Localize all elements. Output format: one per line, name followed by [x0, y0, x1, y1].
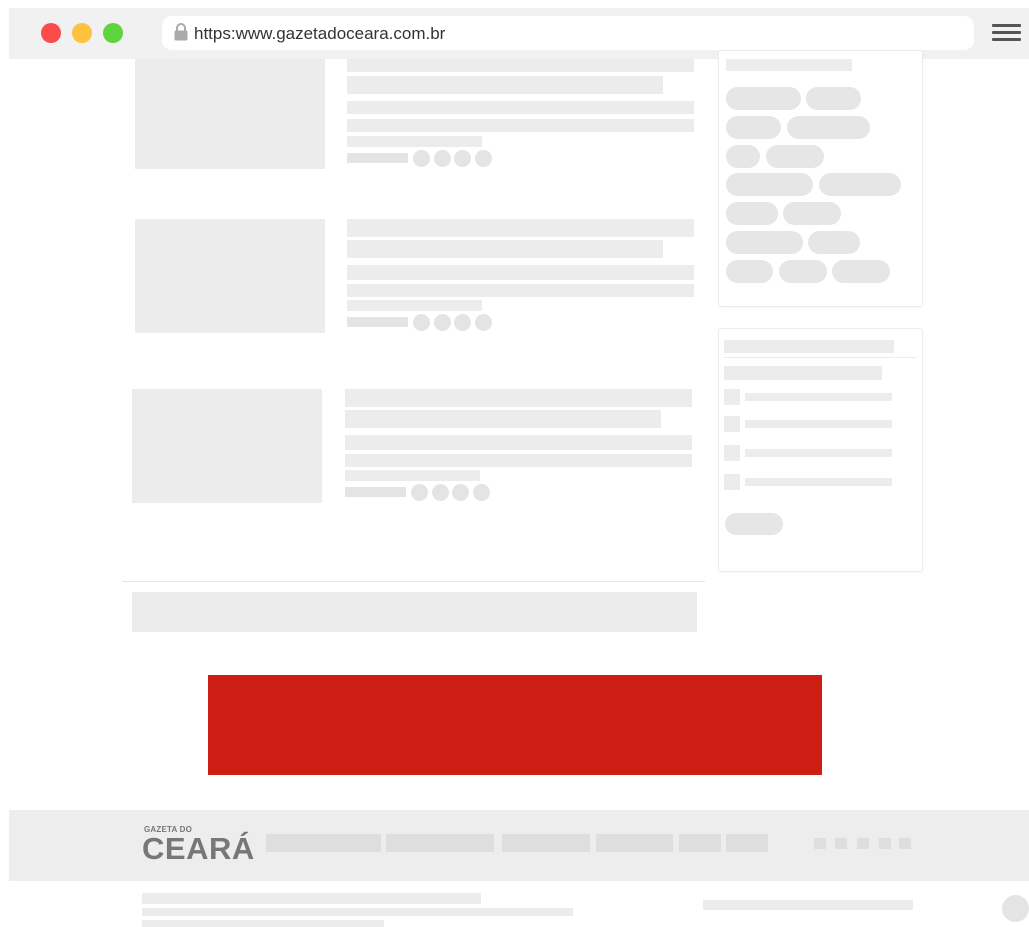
social-icon[interactable] [857, 838, 869, 849]
article-text-placeholder [347, 284, 694, 297]
list-item-placeholder [745, 449, 892, 457]
article-title-placeholder [347, 240, 663, 258]
article-meta-placeholder [345, 487, 406, 497]
list-item-placeholder [745, 420, 892, 428]
list-card [718, 328, 923, 572]
article-thumbnail [135, 59, 325, 169]
article-meta-placeholder [347, 153, 408, 163]
card-divider [724, 357, 917, 358]
tag-chip[interactable] [806, 87, 861, 110]
tag-chip[interactable] [808, 231, 860, 254]
url-text: https:www.gazetadoceara.com.br [194, 24, 446, 43]
article-title-placeholder [347, 219, 694, 237]
footer-text-placeholder [703, 900, 913, 910]
article-meta-placeholder [347, 317, 408, 327]
article-text-placeholder [345, 435, 692, 450]
content-divider [122, 581, 705, 582]
checkbox[interactable] [724, 389, 740, 405]
share-icon[interactable] [434, 150, 451, 167]
tag-chip[interactable] [726, 202, 778, 225]
share-icon[interactable] [411, 484, 428, 501]
ad-banner[interactable] [208, 675, 822, 775]
checkbox[interactable] [724, 474, 740, 490]
article-text-placeholder [347, 265, 694, 280]
article-title-placeholder [347, 76, 663, 94]
footer-text-placeholder [142, 893, 481, 904]
article-title-placeholder [345, 389, 692, 407]
footer-nav-item[interactable] [679, 834, 721, 852]
share-icon[interactable] [413, 314, 430, 331]
card-heading-placeholder [724, 340, 894, 353]
list-item-placeholder [745, 478, 892, 486]
tag-chip[interactable] [726, 231, 803, 254]
tag-chip[interactable] [783, 202, 841, 225]
footer-nav-item[interactable] [596, 834, 673, 852]
share-icon[interactable] [473, 484, 490, 501]
minimize-window-button[interactable] [72, 23, 92, 43]
article-text-placeholder [347, 136, 482, 147]
site-footer: GAZETA DO CEARÁ [9, 810, 1029, 881]
share-icon[interactable] [432, 484, 449, 501]
article-thumbnail [135, 219, 325, 333]
checkbox[interactable] [724, 445, 740, 461]
share-icon[interactable] [475, 150, 492, 167]
tag-chip[interactable] [787, 116, 870, 139]
tag-chip[interactable] [726, 116, 781, 139]
article-text-placeholder [345, 470, 480, 481]
footer-nav-item[interactable] [502, 834, 590, 852]
checkbox[interactable] [724, 416, 740, 432]
article-thumbnail [132, 389, 322, 503]
tag-chip[interactable] [832, 260, 890, 283]
maximize-window-button[interactable] [103, 23, 123, 43]
social-icon[interactable] [899, 838, 911, 849]
card-subheading-placeholder [724, 366, 882, 380]
load-more-bar[interactable] [132, 592, 697, 632]
footer-text-placeholder [142, 908, 573, 916]
logo-text: CEARÁ [142, 831, 255, 866]
share-icon[interactable] [452, 484, 469, 501]
tag-chip[interactable] [766, 145, 824, 168]
footer-nav-item[interactable] [386, 834, 494, 852]
tags-card [718, 50, 923, 307]
article-text-placeholder [347, 101, 694, 114]
article-title-placeholder [347, 59, 694, 72]
social-icon[interactable] [835, 838, 847, 849]
article-text-placeholder [347, 300, 482, 311]
social-icon[interactable] [814, 838, 826, 849]
footer-text-placeholder [142, 920, 384, 927]
share-icon[interactable] [454, 314, 471, 331]
share-icon[interactable] [475, 314, 492, 331]
card-heading-placeholder [726, 59, 852, 71]
close-window-button[interactable] [41, 23, 61, 43]
footer-nav-item[interactable] [266, 834, 381, 852]
lock-icon [174, 23, 188, 41]
share-icon[interactable] [434, 314, 451, 331]
article-text-placeholder [347, 119, 694, 132]
scroll-to-top-button[interactable] [1002, 895, 1029, 922]
article-text-placeholder [345, 454, 692, 467]
list-item-placeholder [745, 393, 892, 401]
tag-chip[interactable] [779, 260, 827, 283]
footer-nav-item[interactable] [726, 834, 768, 852]
tag-chip[interactable] [726, 173, 813, 196]
tag-chip[interactable] [726, 145, 760, 168]
hamburger-menu-icon[interactable] [992, 24, 1022, 42]
share-icon[interactable] [413, 150, 430, 167]
share-icon[interactable] [454, 150, 471, 167]
article-title-placeholder [345, 410, 661, 428]
social-icon[interactable] [879, 838, 891, 849]
tag-chip[interactable] [726, 260, 773, 283]
submit-button[interactable] [725, 513, 783, 535]
tag-chip[interactable] [819, 173, 901, 196]
address-bar[interactable]: https:www.gazetadoceara.com.br [162, 16, 974, 50]
tag-chip[interactable] [726, 87, 801, 110]
